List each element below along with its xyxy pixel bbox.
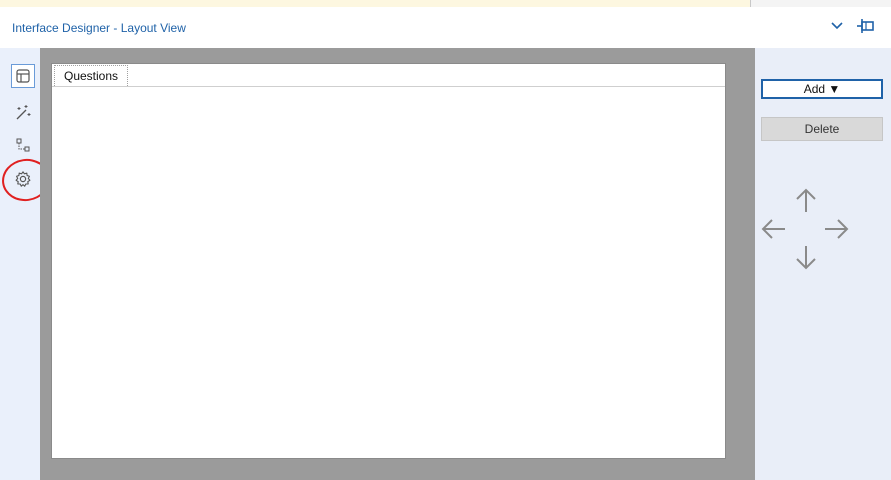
- collapse-button[interactable]: [826, 15, 848, 37]
- tree-icon: [16, 138, 30, 152]
- rail-item-tree[interactable]: [12, 134, 34, 156]
- arrow-up-icon[interactable]: [791, 186, 821, 216]
- right-panel: Add ▼ Delete: [755, 48, 891, 480]
- window-title: Interface Designer - Layout View: [12, 21, 186, 35]
- arrow-right-icon[interactable]: [821, 214, 851, 244]
- rail-item-layout-view[interactable]: [11, 64, 35, 88]
- design-panel[interactable]: Questions: [51, 63, 726, 459]
- arrow-down-icon[interactable]: [791, 242, 821, 272]
- delete-button[interactable]: Delete: [761, 117, 883, 141]
- top-tab-edge: [750, 0, 891, 7]
- pin-button[interactable]: [855, 15, 877, 37]
- magic-wand-icon: [16, 105, 31, 120]
- chevron-down-icon: [831, 22, 843, 30]
- left-rail: [0, 48, 40, 480]
- arrow-left-icon[interactable]: [759, 214, 789, 244]
- tab-questions[interactable]: Questions: [54, 65, 129, 86]
- title-bar: Interface Designer - Layout View: [0, 7, 891, 49]
- rail-item-actions[interactable]: [12, 102, 34, 124]
- tab-divider: [52, 86, 725, 87]
- add-button[interactable]: Add ▼: [761, 79, 883, 99]
- canvas-area: Questions: [40, 48, 755, 480]
- layout-icon: [16, 69, 30, 83]
- pin-icon: [857, 19, 874, 33]
- top-strip: [0, 0, 891, 7]
